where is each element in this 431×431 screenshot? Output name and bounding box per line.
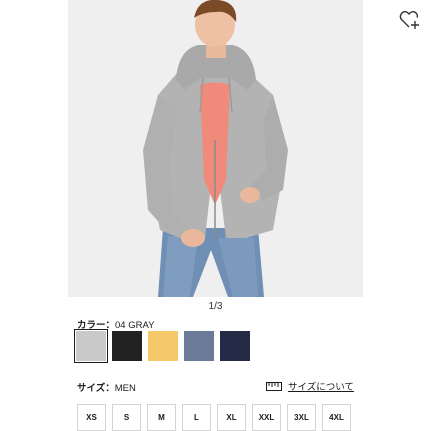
size-option-xs[interactable]: XS: [77, 404, 106, 431]
size-option-xxl[interactable]: XXL: [252, 404, 281, 431]
color-label: カラー：04 GRAY: [77, 317, 154, 331]
product-image[interactable]: [68, 0, 363, 297]
color-selected-value: 04 GRAY: [115, 320, 155, 331]
swatch-gray[interactable]: [74, 329, 108, 363]
product-photo: [68, 0, 363, 297]
swatch-blue-gray[interactable]: [184, 331, 214, 361]
ruler-icon: [266, 381, 282, 391]
size-options: XS S M L XL XXL 3XL 4XL: [77, 404, 351, 431]
size-selected-value: MEN: [114, 383, 136, 394]
size-option-4xl[interactable]: 4XL: [322, 404, 351, 431]
size-option-3xl[interactable]: 3XL: [287, 404, 316, 431]
size-guide-label: サイズについて: [288, 382, 354, 393]
swatch-black[interactable]: [112, 331, 142, 361]
size-guide-link[interactable]: サイズについて: [266, 379, 354, 393]
size-option-m[interactable]: M: [147, 404, 176, 431]
color-label-title: カラー：: [77, 320, 116, 331]
swatch-yellow[interactable]: [148, 331, 178, 361]
size-option-xl[interactable]: XL: [217, 404, 246, 431]
color-swatches: [74, 329, 250, 363]
size-option-l[interactable]: L: [182, 404, 211, 431]
size-label-title: サイズ：: [77, 383, 115, 394]
heart-plus-icon[interactable]: [399, 10, 421, 30]
size-label: サイズ：MEN: [77, 380, 136, 394]
image-pager: 1/3: [208, 301, 223, 312]
size-option-s[interactable]: S: [112, 404, 141, 431]
swatch-navy[interactable]: [220, 331, 250, 361]
